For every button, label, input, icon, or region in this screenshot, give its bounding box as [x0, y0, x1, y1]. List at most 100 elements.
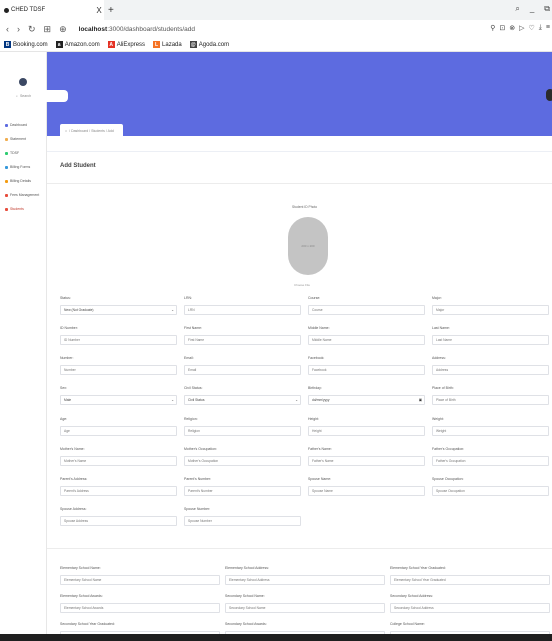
text-input[interactable] — [60, 335, 177, 345]
text-input[interactable] — [308, 335, 425, 345]
field-label: Secondary School Name: — [225, 594, 265, 598]
text-input[interactable] — [184, 335, 301, 345]
photo-placeholder: 200 x 200 — [301, 244, 315, 248]
page-title: Add Student — [60, 163, 96, 169]
sidebar-item[interactable]: Billing Forms — [5, 160, 39, 174]
minimize-icon[interactable]: _ — [530, 4, 534, 14]
bookmark-item[interactable]: B Booking.com — [4, 41, 48, 48]
text-input[interactable] — [308, 305, 425, 315]
extension-icon[interactable]: ⊗ — [509, 24, 515, 32]
field-label: Address: — [432, 356, 446, 360]
text-input[interactable] — [432, 486, 549, 496]
form-field: Father's Occupation: — [432, 447, 549, 466]
avatar[interactable] — [546, 89, 552, 101]
select-dropdown[interactable]: New (Not Graduate) ⌄ — [60, 305, 177, 315]
text-input[interactable] — [432, 305, 549, 315]
zoom-icon[interactable]: ⚲ — [490, 24, 495, 32]
home-icon[interactable]: ⌂ — [65, 129, 67, 133]
sidebar-item[interactable]: Dashboard — [5, 118, 39, 132]
bookmark-item[interactable]: A AliExpress — [107, 41, 145, 48]
breadcrumb-text[interactable]: / Dashboard / Students / Add — [69, 129, 114, 133]
text-input[interactable] — [225, 603, 385, 613]
sidebar-item[interactable]: Statement — [5, 132, 39, 146]
text-input[interactable] — [60, 486, 177, 496]
form-field: Sex: Male ⌄ — [60, 386, 177, 405]
new-tab-button[interactable]: + — [108, 5, 114, 16]
bookmark-favicon-icon: L — [153, 41, 161, 48]
photo-label: Student ID Photo — [292, 205, 318, 209]
text-input[interactable] — [432, 365, 549, 375]
calendar-icon: ▣ — [418, 398, 422, 402]
sidebar-item-label: TDSF — [10, 151, 20, 155]
field-label: Course: — [308, 296, 321, 300]
sidebar-item-label: Statement — [10, 137, 26, 141]
text-input[interactable] — [308, 426, 425, 436]
text-input[interactable] — [184, 516, 301, 526]
photo-upload[interactable]: 200 x 200 — [288, 217, 328, 275]
text-input[interactable] — [60, 516, 177, 526]
text-input[interactable] — [308, 365, 425, 375]
form-field: Civil Status: Civil Status ⌄ — [184, 386, 301, 405]
text-input[interactable] — [390, 575, 550, 585]
tab-close-icon[interactable]: X — [94, 6, 104, 15]
select-value: Male — [64, 398, 72, 402]
select-value: dd/mm/yyyy — [312, 398, 330, 402]
text-input[interactable] — [432, 395, 549, 405]
field-label: Last Name: — [432, 326, 450, 330]
reload-icon[interactable]: ↻ — [28, 24, 36, 35]
sidebar-item-icon — [5, 193, 8, 197]
download-icon[interactable]: ⤓ — [539, 24, 542, 32]
search-box[interactable]: ⌕ Search — [13, 90, 68, 102]
text-input[interactable] — [432, 335, 549, 345]
text-input[interactable] — [184, 305, 301, 315]
date-input[interactable]: dd/mm/yyyy ▣ — [308, 395, 425, 405]
text-input[interactable] — [184, 426, 301, 436]
text-input[interactable] — [184, 365, 301, 375]
apps-grid-icon[interactable]: ⊞ — [44, 24, 52, 35]
sidebar-item-label: Billing Details — [10, 179, 32, 183]
form-field: Father's Name: — [308, 447, 425, 466]
form-field: Major: — [432, 296, 549, 315]
menu-icon[interactable]: ≡ — [546, 24, 550, 32]
select-dropdown[interactable]: Male ⌄ — [60, 395, 177, 405]
text-input[interactable] — [225, 575, 385, 585]
text-input[interactable] — [60, 365, 177, 375]
text-input[interactable] — [432, 456, 549, 466]
restore-icon[interactable]: ⧉ — [544, 4, 550, 14]
text-input[interactable] — [60, 426, 177, 436]
sidebar-item[interactable]: Students — [5, 202, 39, 216]
sidebar-item[interactable]: Billing Details — [5, 174, 39, 188]
field-label: Status: — [60, 296, 71, 300]
screenshot-icon[interactable]: ⊡ — [499, 24, 505, 32]
text-input[interactable] — [390, 603, 550, 613]
text-input[interactable] — [184, 456, 301, 466]
sidebar-item[interactable]: Fees Management — [5, 188, 39, 202]
text-input[interactable] — [432, 426, 549, 436]
url-path: :3000/dashboard/students/add — [107, 25, 196, 33]
bookmark-item[interactable]: @ Agoda.com — [189, 41, 229, 48]
bookmark-item[interactable]: L Lazada — [153, 41, 182, 48]
text-input[interactable] — [60, 603, 220, 613]
sidebar-item[interactable]: TDSF — [5, 146, 39, 160]
field-label: Email: — [184, 356, 194, 360]
address-url[interactable]: localhost:3000/dashboard/students/add — [79, 26, 195, 33]
site-info-icon[interactable]: ⊕ — [59, 24, 67, 35]
text-input[interactable] — [60, 575, 220, 585]
choose-file-button[interactable]: Choose File — [294, 283, 310, 287]
field-label: Parent's Number: — [184, 477, 212, 481]
field-label: Major: — [432, 296, 442, 300]
field-label: Sex: — [60, 386, 68, 390]
bookmark-item[interactable]: a Amazon.com — [55, 41, 100, 48]
search-tabs-icon[interactable]: ⌕ — [515, 4, 519, 14]
back-icon[interactable]: ‹ — [6, 24, 9, 34]
form-field: Middle Name: — [308, 326, 425, 345]
text-input[interactable] — [308, 456, 425, 466]
browser-tab[interactable]: CHED TDSF X — [0, 0, 104, 20]
text-input[interactable] — [60, 456, 177, 466]
play-icon[interactable]: ▷ — [519, 24, 524, 32]
shield-icon[interactable]: ♡ — [529, 24, 535, 32]
text-input[interactable] — [308, 486, 425, 496]
forward-icon[interactable]: › — [17, 24, 20, 34]
select-dropdown[interactable]: Civil Status ⌄ — [184, 395, 301, 405]
text-input[interactable] — [184, 486, 301, 496]
